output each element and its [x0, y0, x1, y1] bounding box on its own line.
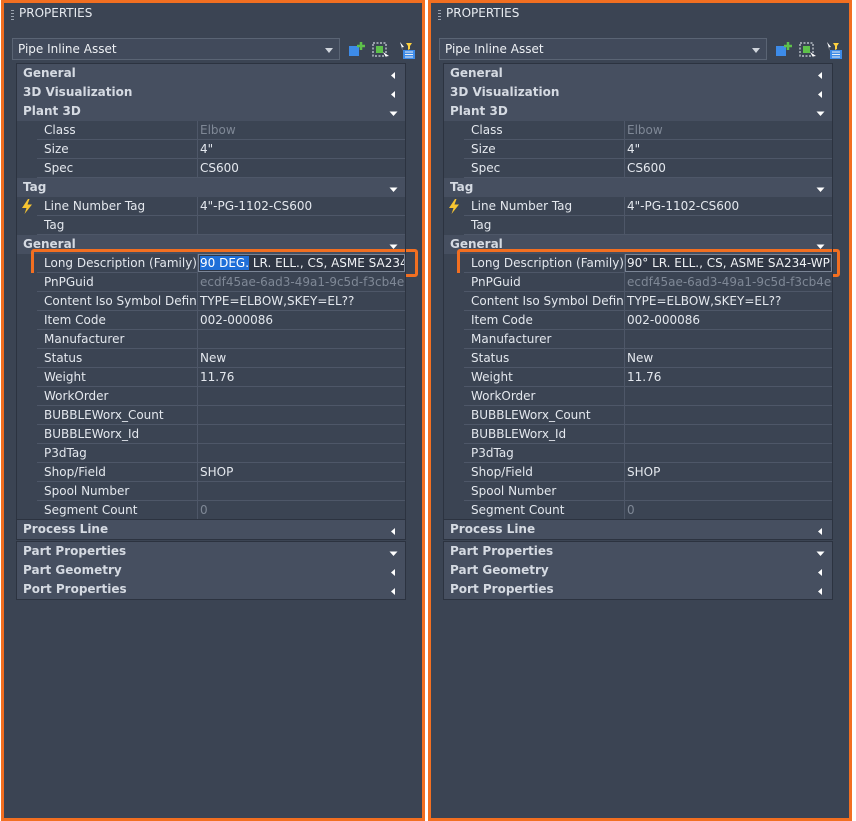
properties-panel-right: PROPERTIES Pipe Inline Asset General 3D Vis… [428, 0, 852, 821]
object-type-select[interactable]: Pipe Inline Asset [12, 38, 340, 60]
section-frame [16, 63, 406, 521]
section-frame [16, 541, 406, 600]
quick-select-icon[interactable] [824, 40, 844, 60]
quick-select-icon[interactable] [397, 40, 417, 60]
grip-icon[interactable] [11, 10, 14, 22]
object-type-value: Pipe Inline Asset [18, 42, 117, 56]
select-objects-icon[interactable] [798, 40, 818, 60]
section-frame [443, 63, 833, 521]
panel-title: PROPERTIES [19, 6, 93, 20]
panel-titlebar[interactable]: PROPERTIES [4, 3, 422, 29]
chevron-down-icon[interactable] [324, 44, 334, 54]
chevron-down-icon[interactable] [751, 44, 761, 54]
panel-title: PROPERTIES [446, 6, 520, 20]
add-to-selection-icon[interactable] [774, 40, 794, 60]
object-type-select[interactable]: Pipe Inline Asset [439, 38, 767, 60]
object-type-value: Pipe Inline Asset [445, 42, 544, 56]
panel-titlebar[interactable]: PROPERTIES [431, 3, 849, 29]
section-frame [443, 519, 833, 540]
add-to-selection-icon[interactable] [347, 40, 367, 60]
select-objects-icon[interactable] [371, 40, 391, 60]
section-frame [16, 519, 406, 540]
grip-icon[interactable] [438, 10, 441, 22]
properties-panel-left: PROPERTIES Pipe Inline Asset General 3D Vis… [1, 0, 425, 821]
section-frame [443, 541, 833, 600]
